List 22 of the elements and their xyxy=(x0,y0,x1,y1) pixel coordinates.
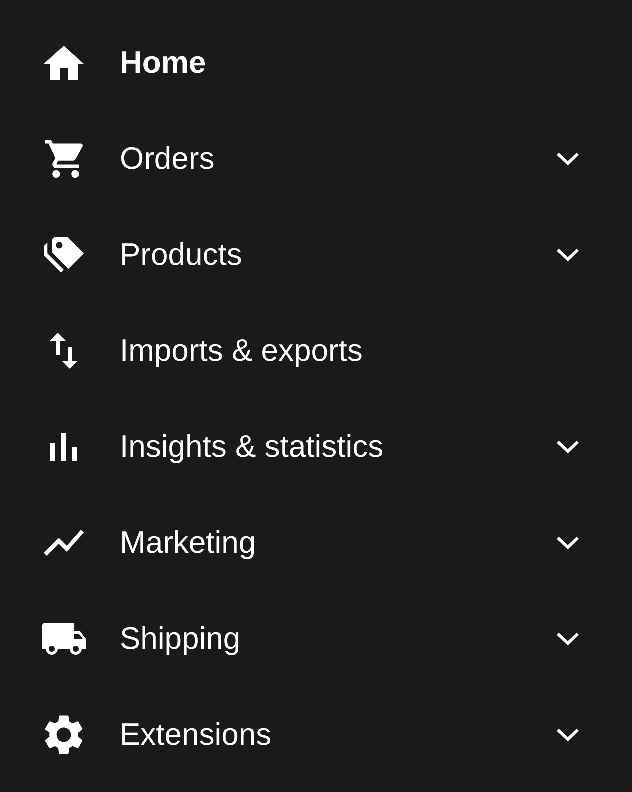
chevron-down-icon[interactable] xyxy=(556,536,580,550)
home-icon xyxy=(44,46,84,80)
chevron-down-icon[interactable] xyxy=(556,152,580,166)
nav-link[interactable]: Marketing xyxy=(40,524,256,562)
gear-icon xyxy=(45,715,83,755)
line-chart-icon xyxy=(44,530,84,556)
cart-icon xyxy=(44,140,84,178)
nav-link[interactable]: Orders xyxy=(40,140,215,178)
up-down-arrows-icon xyxy=(50,333,78,369)
nav-link[interactable]: Insights & statistics xyxy=(40,428,384,466)
chevron-down-icon[interactable] xyxy=(556,632,580,646)
chevron-down-icon[interactable] xyxy=(556,248,580,262)
chevron-down-icon[interactable] xyxy=(556,728,580,742)
bar-chart-icon xyxy=(50,433,78,461)
nav-link[interactable]: Home xyxy=(40,44,206,82)
nav-link[interactable]: Imports & exports xyxy=(40,332,363,370)
chevron-down-icon[interactable] xyxy=(556,440,580,454)
truck-icon xyxy=(42,623,86,655)
nav-link[interactable]: Extensions xyxy=(40,715,272,755)
tags-icon xyxy=(44,237,84,273)
nav-link[interactable]: Shipping xyxy=(40,620,241,658)
nav-link[interactable]: Products xyxy=(40,236,242,274)
